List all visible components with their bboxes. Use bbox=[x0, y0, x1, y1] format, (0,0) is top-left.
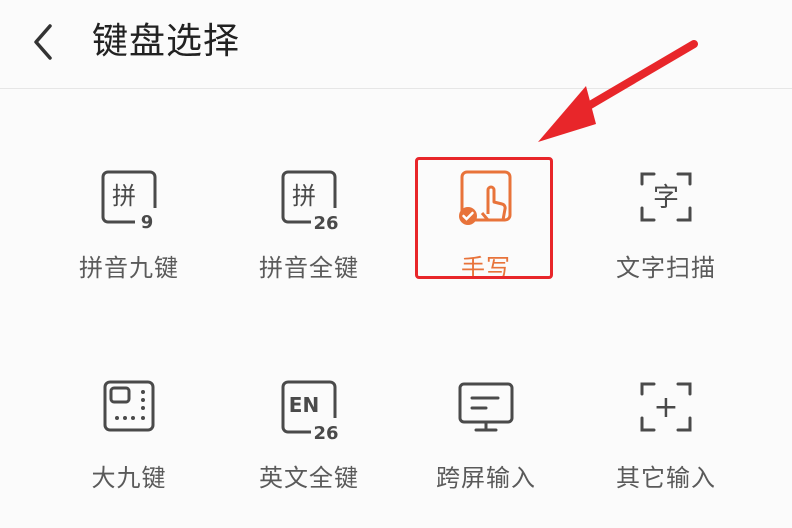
keyboard-option-pinyin-nine[interactable]: 拼 9 拼音九键 bbox=[49, 168, 209, 308]
svg-text:9: 9 bbox=[141, 212, 154, 232]
keyboard-option-pinyin-full[interactable]: 拼 26 拼音全键 bbox=[229, 168, 389, 308]
keyboard-option-label: 大九键 bbox=[91, 464, 167, 492]
keyboard-option-label: 拼音九键 bbox=[79, 254, 179, 282]
svg-text:EN: EN bbox=[289, 393, 319, 417]
header: 键盘选择 bbox=[0, 0, 792, 89]
other-input-icon: + bbox=[640, 382, 692, 432]
keyboard-option-text-scan[interactable]: 字 文字扫描 bbox=[586, 168, 746, 308]
page-title: 键盘选择 bbox=[92, 21, 241, 62]
svg-text:拼: 拼 bbox=[112, 182, 136, 210]
keyboard-option-big-nine[interactable]: 大九键 bbox=[49, 378, 209, 518]
chevron-left-icon bbox=[34, 24, 52, 60]
keyboard-grid: 拼 9 拼音九键 拼 26 拼音全键 手写 字 文字扫描 大九键 EN 26 英… bbox=[0, 89, 792, 528]
svg-text:26: 26 bbox=[313, 213, 338, 232]
pinyin-9-icon: 拼 9 bbox=[101, 170, 159, 232]
back-button[interactable] bbox=[24, 18, 64, 66]
keyboard-option-english-full[interactable]: EN 26 英文全键 bbox=[229, 378, 389, 518]
svg-text:字: 字 bbox=[653, 183, 679, 213]
keyboard-option-label: 跨屏输入 bbox=[436, 464, 536, 492]
svg-text:+: + bbox=[653, 390, 678, 425]
cross-screen-icon bbox=[458, 382, 514, 432]
keyboard-option-other[interactable]: + 其它输入 bbox=[586, 378, 746, 518]
english-26-icon: EN 26 bbox=[281, 380, 341, 442]
keyboard-option-label: 英文全键 bbox=[259, 464, 359, 492]
pinyin-26-icon: 拼 26 bbox=[281, 170, 341, 232]
selection-highlight-box bbox=[415, 157, 553, 279]
svg-text:26: 26 bbox=[313, 423, 338, 442]
big-nine-key-icon bbox=[103, 380, 155, 432]
keyboard-option-cross-screen[interactable]: 跨屏输入 bbox=[406, 378, 566, 518]
text-scan-icon: 字 bbox=[640, 172, 692, 222]
keyboard-option-label: 文字扫描 bbox=[616, 254, 716, 282]
keyboard-option-label: 其它输入 bbox=[616, 464, 716, 492]
svg-text:拼: 拼 bbox=[292, 182, 316, 210]
keyboard-option-label: 拼音全键 bbox=[259, 254, 359, 282]
